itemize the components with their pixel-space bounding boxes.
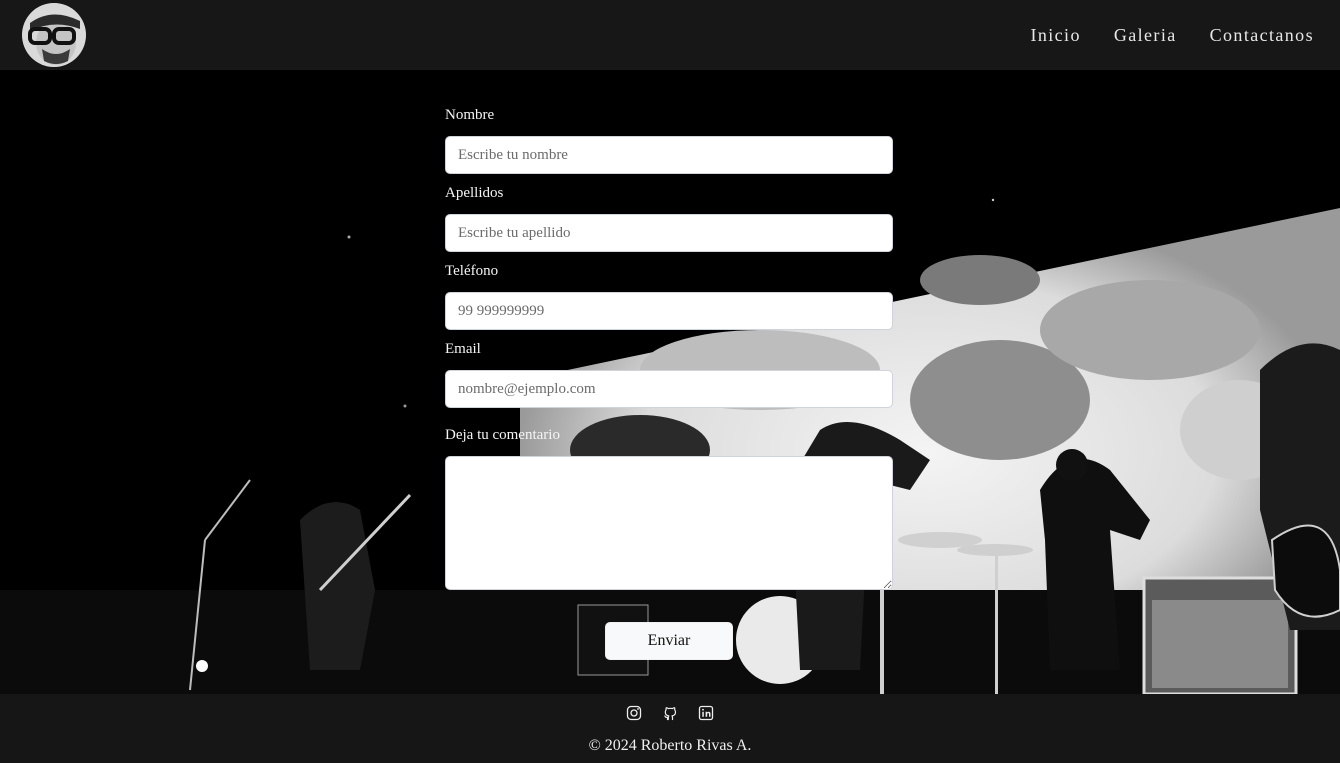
email-label: Email [445, 341, 481, 357]
comentario-label: Deja tu comentario [445, 427, 560, 443]
main-nav: Inicio Galeria Contactanos [1030, 25, 1314, 46]
apellidos-label: Apellidos [445, 185, 504, 201]
nav-contactanos[interactable]: Contactanos [1210, 25, 1314, 46]
social-links [0, 705, 1340, 721]
telefono-label: Teléfono [445, 263, 499, 279]
footer: © 2024 Roberto Rivas A. [0, 694, 1340, 763]
email-input[interactable] [445, 370, 893, 408]
nombre-label: Nombre [445, 107, 495, 123]
github-icon[interactable] [662, 705, 678, 721]
avatar-portrait [22, 3, 86, 67]
enviar-button[interactable]: Enviar [605, 622, 733, 660]
instagram-icon[interactable] [626, 705, 642, 721]
apellidos-input[interactable] [445, 214, 893, 252]
nav-galeria[interactable]: Galeria [1114, 25, 1177, 46]
avatar-logo[interactable] [22, 3, 86, 67]
nav-inicio[interactable]: Inicio [1030, 25, 1080, 46]
comentario-textarea[interactable] [445, 456, 893, 590]
copyright-text: © 2024 Roberto Rivas A. [588, 737, 752, 754]
nombre-input[interactable] [445, 136, 893, 174]
linkedin-icon[interactable] [698, 705, 714, 721]
telefono-input[interactable] [445, 292, 893, 330]
navbar: Inicio Galeria Contactanos [0, 0, 1340, 70]
